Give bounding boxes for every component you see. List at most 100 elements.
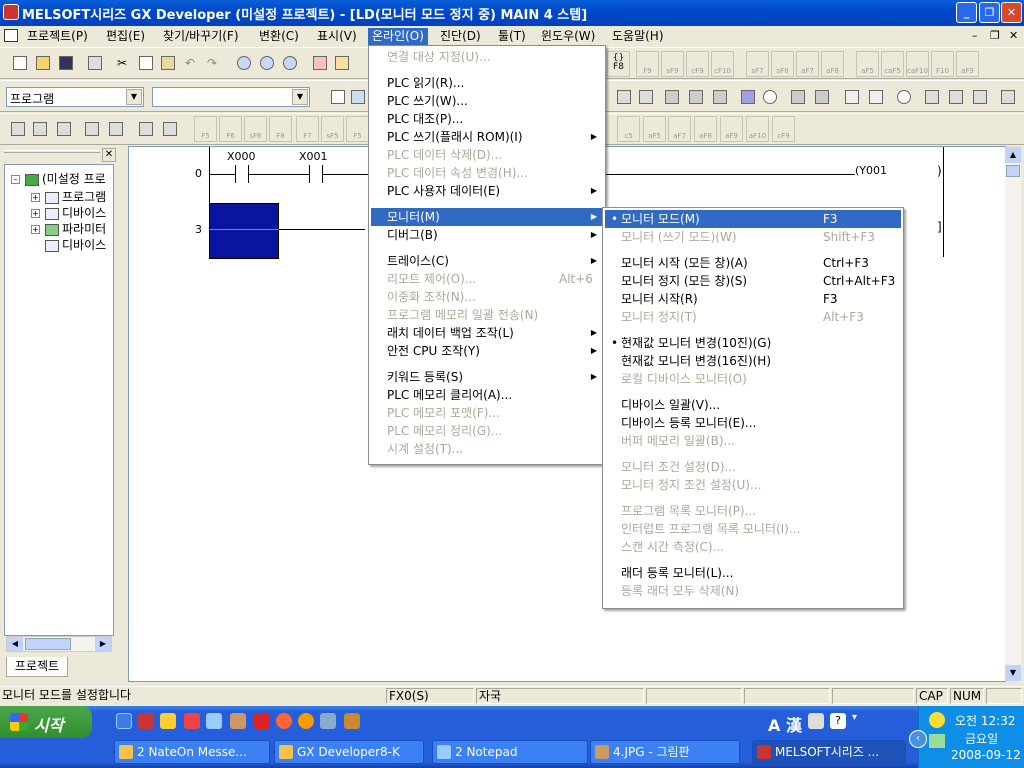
start-button[interactable]: 시작 [0,706,92,738]
af9b-button[interactable]: aF9 [720,116,743,142]
tree-item-device-comment[interactable]: 디바이스 [45,205,106,221]
online-menu-item[interactable]: PLC 데이터 삭제(D)... [371,146,603,164]
app-icon[interactable] [320,713,336,729]
ladder-vscroll[interactable]: ▲ ▼ [1005,147,1021,681]
af8b-button[interactable]: aF8 [694,116,717,142]
write-plc-icon[interactable] [330,52,352,74]
find-instruction-icon[interactable] [278,52,300,74]
contact-x001[interactable] [309,165,323,183]
menu-project[interactable]: 프로젝트(P) [23,28,92,45]
scroll-down-icon[interactable]: ▼ [1005,665,1021,681]
online-menu-item[interactable]: 시계 설정(T)... [371,440,603,458]
monitor-menu-item[interactable]: 인터럽트 프로그램 목록 모니터(I)... [605,520,901,538]
close-button[interactable]: ✕ [1001,2,1022,23]
af8-button[interactable]: aF8 [821,51,844,77]
cf9b-button[interactable]: cF9 [772,116,795,142]
monitor-menu-item[interactable]: 버퍼 메모리 일괄(B)... [605,432,901,450]
align2-icon[interactable] [944,86,966,108]
entry-monitor-icon[interactable] [684,86,706,108]
af9-button[interactable]: aF9 [956,51,979,77]
tree-item-device-memory[interactable]: 디바이스 [45,237,106,253]
online-menu-item[interactable]: 래치 데이터 백업 조작(L) ▶ [371,324,603,342]
redo-icon[interactable]: ↷ [202,52,224,74]
monitor-menu-item[interactable]: 현재값 모니터 변경(16진)(H) [605,352,901,370]
coil-y001[interactable]: (Y001 [855,164,888,177]
menu-diagnostics[interactable]: 진단(D) [436,28,485,45]
task-melsoft[interactable]: MELSOFT시리즈 ... [752,740,906,764]
online-menu-item[interactable]: PLC 데이터 속성 변경(H)... [371,164,603,182]
menu-window[interactable]: 윈도우(W) [537,28,599,45]
monitor-menu-item[interactable]: 모니터 (쓰기 모드)(W) Shift+F3 [605,228,901,246]
messenger-icon[interactable] [138,713,154,729]
save-icon[interactable] [54,52,76,74]
sf5-button[interactable]: sF5 [321,116,344,142]
sf9-button[interactable]: sF9 [661,51,684,77]
online-menu-item[interactable]: 키워드 등록(S) ▶ [371,368,603,386]
title-bar[interactable]: MELSOFT시리즈 GX Developer (미설정 프로젝트) - [LD… [0,0,1024,26]
ladder-tool-2-icon[interactable] [28,118,50,140]
monitor-icon[interactable] [612,86,634,108]
monitor-stop-icon[interactable] [634,86,656,108]
paste-icon[interactable] [156,52,178,74]
mdi-restore-icon[interactable]: ❐ [990,29,1000,42]
expand-icon[interactable]: + [31,193,40,202]
align3-icon[interactable] [968,86,990,108]
tray-emoticon-icon[interactable] [929,712,945,728]
open-icon[interactable] [31,52,53,74]
expand-icon[interactable]: + [31,209,40,218]
app-icon[interactable] [276,713,292,729]
mdi-minimize-icon[interactable]: – [972,29,978,42]
af7b-button[interactable]: aF7 [668,116,691,142]
task-notepad[interactable]: 2 Notepad [432,740,588,764]
find-icon[interactable] [232,52,254,74]
scroll-left-icon[interactable]: ◀ [7,637,23,651]
af5-button[interactable]: aF5 [856,51,879,77]
tree-root[interactable]: (미설정 프로 [25,171,106,187]
af7-button[interactable]: aF7 [796,51,819,77]
chevron-down-icon[interactable]: ▼ [126,89,142,105]
chevron-down-icon[interactable]: ▼ [292,89,308,105]
online-menu-item[interactable]: 연결 대상 지정(U)... [371,48,603,66]
clock-time[interactable]: 오전 12:32 [955,712,1015,729]
f7-button[interactable]: F7 [296,116,319,142]
monitor-menu-item[interactable]: 프로그램 목록 모니터(P)... [605,502,901,520]
tree-hscroll[interactable]: ◀ ▶ [6,636,112,652]
tab-project[interactable]: 프로젝트 [6,657,68,677]
scroll-up-icon[interactable]: ▲ [1005,147,1021,163]
f6-button[interactable]: F6 [219,116,242,142]
online-menu-item[interactable]: PLC 사용자 데이터(E) ▶ [371,182,603,200]
sf8-button[interactable]: sF8 [771,51,794,77]
monitor-menu-item[interactable]: • 모니터 모드(M) F3 [605,210,901,228]
online-menu-item[interactable]: PLC 메모리 클리어(A)... [371,386,603,404]
ladder-cursor[interactable] [209,203,279,259]
edit-mode-icon[interactable] [326,86,348,108]
scroll-right-icon[interactable]: ▶ [95,637,111,651]
expand-icon[interactable]: + [31,225,40,234]
f5-button[interactable]: F5 [194,116,217,142]
online-menu-item[interactable]: 이중화 조작(N)... [371,288,603,306]
sf7-button[interactable]: sF7 [746,51,769,77]
task-gx-folder[interactable]: GX Developer8-K [274,740,424,764]
new-icon[interactable] [8,52,30,74]
check-icon[interactable] [810,86,832,108]
ladder-view-icon[interactable] [346,86,368,108]
collapse-icon[interactable]: – [11,175,20,184]
menu-edit[interactable]: 편집(E) [102,28,149,45]
paste-param-icon[interactable] [864,86,886,108]
caf5-button[interactable]: caF5 [881,51,904,77]
app-icon[interactable] [254,713,270,729]
online-menu-item[interactable]: PLC 메모리 정리(G)... [371,422,603,440]
scroll-thumb[interactable] [25,638,71,650]
monitor-menu-item[interactable]: 모니터 조건 설정(D)... [605,458,901,476]
folder-icon[interactable] [160,713,176,729]
task-paint[interactable]: 4.JPG - 그림판 [590,740,740,764]
app-icon[interactable] [344,713,360,729]
close-icon[interactable]: ✕ [102,148,116,162]
online-menu-item[interactable]: PLC 메모리 포맷(F)... [371,404,603,422]
braces-button[interactable]: {} F8 [607,51,630,77]
f8-button[interactable]: F8 [269,116,292,142]
device-batch-icon[interactable] [660,86,682,108]
contact-x000[interactable] [235,165,249,183]
pane-grip[interactable] [4,150,100,153]
restore-button[interactable]: ❐ [979,2,1000,23]
